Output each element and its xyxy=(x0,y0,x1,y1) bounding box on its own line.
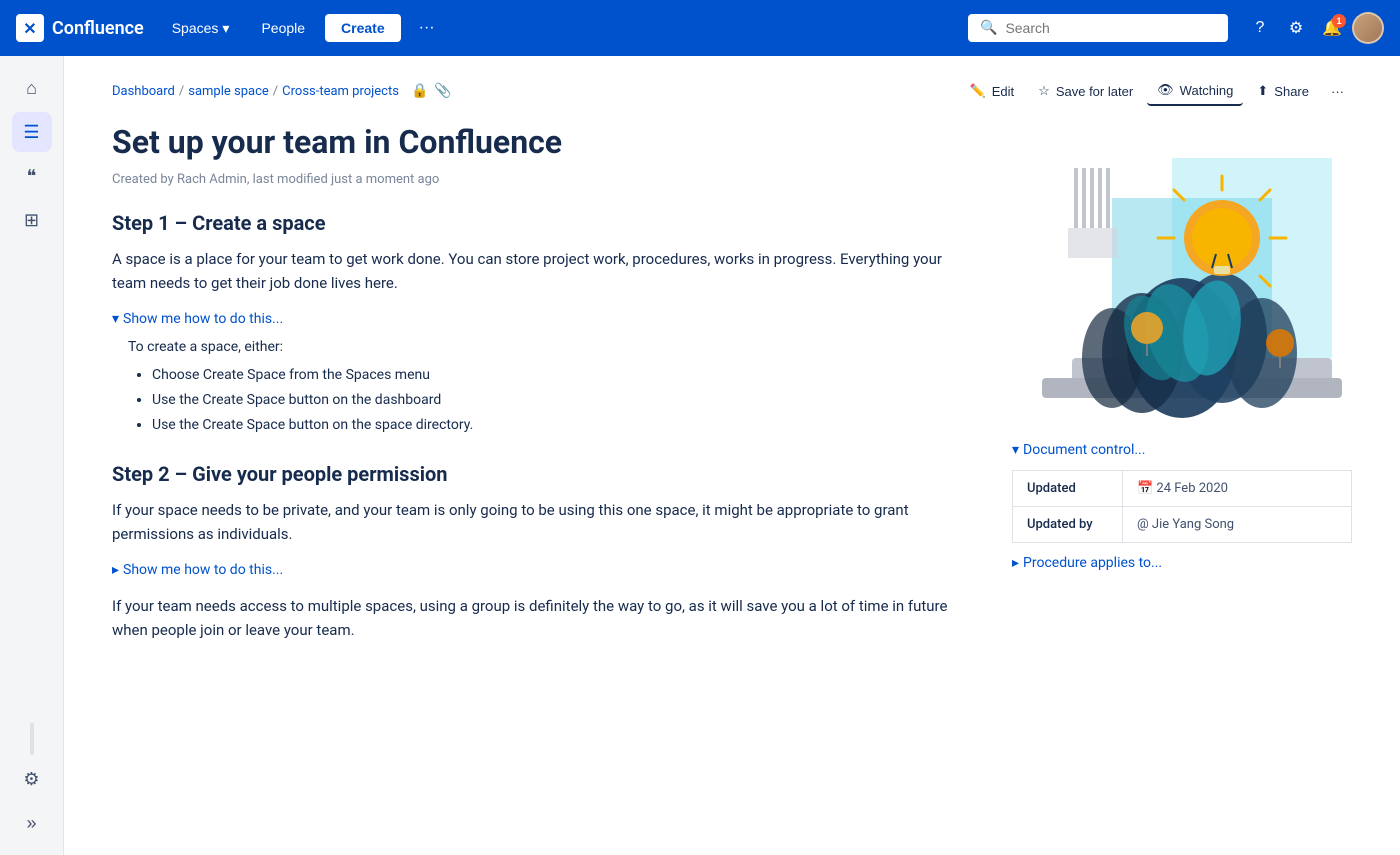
avatar-image xyxy=(1354,14,1382,42)
content-area: Dashboard / sample space / Cross-team pr… xyxy=(64,56,1400,855)
search-icon: 🔍 xyxy=(980,20,997,36)
notifications-button[interactable]: 🔔 1 xyxy=(1316,12,1348,44)
page-content: Dashboard / sample space / Cross-team pr… xyxy=(64,56,1400,855)
settings-icon: ⚙ xyxy=(1289,18,1303,38)
sidebar-document-button[interactable]: ☰ xyxy=(12,112,52,152)
eye-icon: 👁 xyxy=(1157,82,1174,98)
document-control-header[interactable]: ▾ Document control... xyxy=(1012,442,1352,458)
logo-text: Confluence xyxy=(52,18,144,39)
breadcrumb-cross-team[interactable]: Cross-team projects xyxy=(282,84,399,99)
procedure-applies-link[interactable]: ▸ Procedure applies to... xyxy=(1012,555,1352,571)
watching-button[interactable]: 👁 Watching xyxy=(1147,76,1243,106)
section-text-2: If your space needs to be private, and y… xyxy=(112,498,972,546)
sidebar-quote-button[interactable]: ❝ xyxy=(12,156,52,196)
nav-icon-group: ? ⚙ 🔔 1 xyxy=(1244,12,1384,44)
chevron-right-icon: ▸ xyxy=(1012,555,1019,571)
page-more-button[interactable]: ··· xyxy=(1323,78,1352,105)
chevron-down-icon: ▾ xyxy=(1012,442,1019,458)
main-layout: ⌂ ☰ ❝ ⊞ ⚙ » Dashboard / sample space / C… xyxy=(0,56,1400,855)
list-item: Use the Create Space button on the space… xyxy=(152,413,972,438)
document-control: ▾ Document control... Updated 📅 24 Feb 2… xyxy=(1012,442,1352,571)
people-nav-button[interactable]: People xyxy=(249,14,317,42)
settings-button[interactable]: ⚙ xyxy=(1280,12,1312,44)
help-icon: ? xyxy=(1256,19,1265,37)
section-heading-1: Step 1 – Create a space xyxy=(112,211,972,235)
bottom-text: If your team needs access to multiple sp… xyxy=(112,594,972,642)
list-item: Choose Create Space from the Spaces menu xyxy=(152,363,972,388)
doc-control-label-updatedby: Updated by xyxy=(1013,507,1123,543)
breadcrumb: Dashboard / sample space / Cross-team pr… xyxy=(112,83,452,99)
search-input[interactable] xyxy=(1005,20,1216,36)
bullet-list-1: Choose Create Space from the Spaces menu… xyxy=(128,363,972,439)
chevron-down-icon: ▾ xyxy=(112,311,119,327)
page-meta: Created by Rach Admin, last modified jus… xyxy=(112,172,972,187)
page-sidebar: ▾ Document control... Updated 📅 24 Feb 2… xyxy=(1012,122,1352,658)
top-navigation: ✕ Confluence Spaces ▾ People Create ··· … xyxy=(0,0,1400,56)
lock-icon: 🔒 xyxy=(411,83,428,99)
page-main: Set up your team in Confluence Created b… xyxy=(112,122,972,658)
avatar[interactable] xyxy=(1352,12,1384,44)
page-actions: ✏️ Edit ☆ Save for later 👁 Watching ⬆ Sh… xyxy=(960,76,1352,106)
more-nav-button[interactable]: ··· xyxy=(409,13,445,43)
edit-button[interactable]: ✏️ Edit xyxy=(960,77,1025,105)
table-row: Updated by @ Jie Yang Song xyxy=(1013,507,1352,543)
breadcrumb-bar: Dashboard / sample space / Cross-team pr… xyxy=(64,56,1400,106)
breadcrumb-sample-space[interactable]: sample space xyxy=(188,84,269,99)
doc-control-value-updatedby: @ Jie Yang Song xyxy=(1123,507,1352,543)
illustration xyxy=(1012,138,1352,418)
list-item: Use the Create Space button on the dashb… xyxy=(152,388,972,413)
save-for-later-button[interactable]: ☆ Save for later xyxy=(1028,77,1143,105)
page-title: Set up your team in Confluence xyxy=(112,122,972,164)
page-body: Set up your team in Confluence Created b… xyxy=(64,106,1400,698)
expand-content-step1: To create a space, either: Choose Create… xyxy=(112,339,972,439)
breadcrumb-icon-group: 🔒 📎 xyxy=(411,83,452,99)
sidebar-settings-button[interactable]: ⚙ xyxy=(12,759,52,799)
expand-step2[interactable]: ▸ Show me how to do this... xyxy=(112,562,972,578)
expand-step1[interactable]: ▾ Show me how to do this... xyxy=(112,311,972,327)
logo-icon: ✕ xyxy=(16,14,44,42)
breadcrumb-dashboard[interactable]: Dashboard xyxy=(112,84,175,99)
doc-control-label-updated: Updated xyxy=(1013,471,1123,507)
sidebar-expand-button[interactable]: » xyxy=(12,803,52,843)
chevron-down-icon: ▾ xyxy=(222,20,229,37)
section-heading-2: Step 2 – Give your people permission xyxy=(112,462,972,486)
edit-icon: ✏️ xyxy=(970,83,986,99)
sidebar-home-button[interactable]: ⌂ xyxy=(12,68,52,108)
document-control-table: Updated 📅 24 Feb 2020 Updated by @ Jie Y… xyxy=(1012,470,1352,543)
table-row: Updated 📅 24 Feb 2020 xyxy=(1013,471,1352,507)
paperclip-icon: 📎 xyxy=(434,83,451,99)
expand-intro-1: To create a space, either: xyxy=(128,339,972,355)
confluence-logo[interactable]: ✕ Confluence xyxy=(16,14,144,42)
left-sidebar: ⌂ ☰ ❝ ⊞ ⚙ » xyxy=(0,56,64,855)
sidebar-resize-handle[interactable] xyxy=(30,723,34,755)
spaces-menu-button[interactable]: Spaces ▾ xyxy=(160,14,242,43)
notification-badge: 1 xyxy=(1332,14,1346,28)
section-text-1: A space is a place for your team to get … xyxy=(112,247,972,295)
share-button[interactable]: ⬆ Share xyxy=(1247,77,1319,105)
chevron-right-icon: ▸ xyxy=(112,562,119,578)
share-icon: ⬆ xyxy=(1257,83,1268,99)
sidebar-tree-button[interactable]: ⊞ xyxy=(12,200,52,240)
doc-control-value-updated: 📅 24 Feb 2020 xyxy=(1123,471,1352,507)
create-button[interactable]: Create xyxy=(325,14,401,42)
star-icon: ☆ xyxy=(1038,83,1050,99)
search-bar[interactable]: 🔍 xyxy=(968,14,1228,42)
help-button[interactable]: ? xyxy=(1244,12,1276,44)
